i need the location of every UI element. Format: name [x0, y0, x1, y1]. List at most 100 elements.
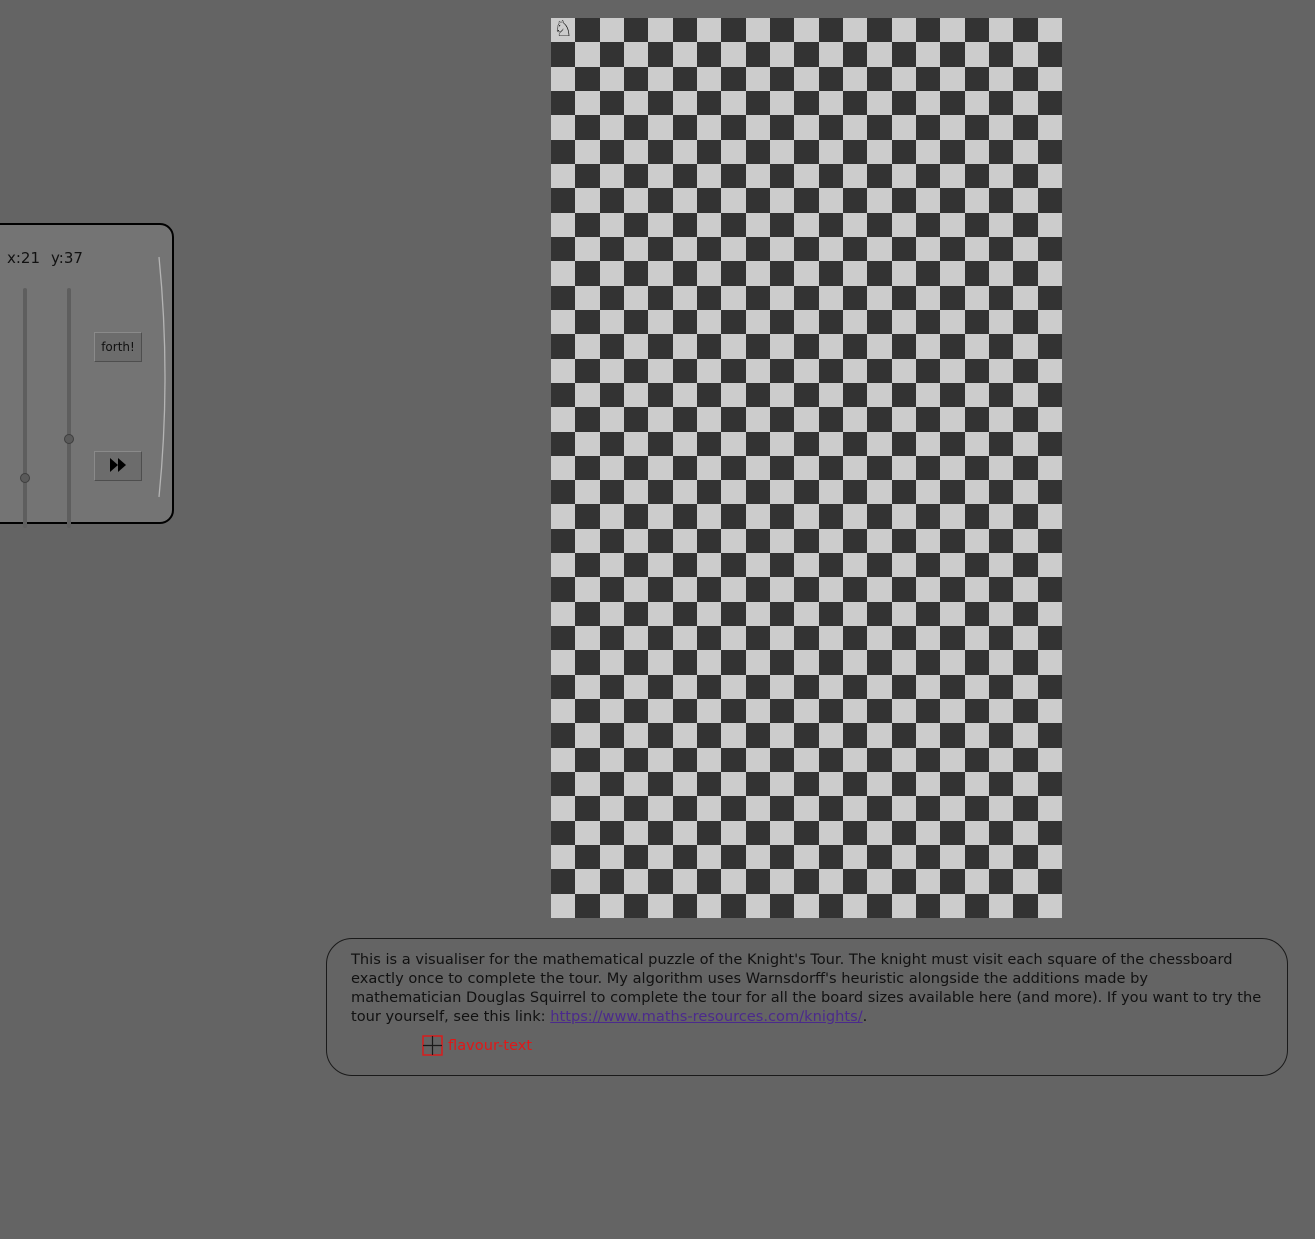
board-square[interactable]: [867, 188, 892, 213]
board-square[interactable]: [673, 140, 697, 164]
board-square[interactable]: [575, 529, 600, 553]
board-square[interactable]: [697, 602, 721, 626]
board-square[interactable]: [965, 772, 989, 796]
board-square[interactable]: [551, 115, 575, 140]
board-square[interactable]: [600, 359, 624, 383]
board-square[interactable]: [600, 310, 624, 334]
forth-button[interactable]: forth!: [94, 332, 142, 362]
board-square[interactable]: [600, 748, 624, 772]
board-square[interactable]: [916, 237, 940, 261]
board-square[interactable]: [673, 626, 697, 650]
board-square[interactable]: [648, 553, 673, 577]
board-square[interactable]: [989, 115, 1013, 140]
board-square[interactable]: [916, 42, 940, 67]
board-square[interactable]: [965, 91, 989, 115]
board-square[interactable]: [916, 334, 940, 359]
board-square[interactable]: [624, 432, 648, 456]
board-square[interactable]: [600, 845, 624, 869]
board-square[interactable]: [697, 164, 721, 188]
board-square[interactable]: [1038, 894, 1062, 918]
board-square[interactable]: [989, 456, 1013, 480]
board-grid[interactable]: [551, 18, 1062, 918]
board-square[interactable]: [575, 577, 600, 602]
board-square[interactable]: [819, 480, 843, 504]
board-square[interactable]: [794, 894, 819, 918]
board-square[interactable]: [746, 310, 770, 334]
board-square[interactable]: [551, 504, 575, 529]
board-square[interactable]: [697, 845, 721, 869]
board-square[interactable]: [794, 407, 819, 432]
board-square[interactable]: [575, 140, 600, 164]
board-square[interactable]: [819, 286, 843, 310]
board-square[interactable]: [770, 577, 794, 602]
board-square[interactable]: [697, 359, 721, 383]
board-square[interactable]: [892, 796, 916, 821]
board-square[interactable]: [697, 650, 721, 675]
board-square[interactable]: [697, 796, 721, 821]
board-square[interactable]: [892, 261, 916, 286]
board-square[interactable]: [721, 188, 746, 213]
board-square[interactable]: [721, 42, 746, 67]
board-square[interactable]: [624, 334, 648, 359]
board-square[interactable]: [721, 432, 746, 456]
board-square[interactable]: [1013, 432, 1038, 456]
x-size-slider[interactable]: [20, 288, 30, 528]
board-square[interactable]: [770, 529, 794, 553]
board-square[interactable]: [867, 432, 892, 456]
board-square[interactable]: [721, 529, 746, 553]
board-square[interactable]: [843, 553, 867, 577]
board-square[interactable]: [1038, 553, 1062, 577]
board-square[interactable]: [989, 602, 1013, 626]
board-square[interactable]: [648, 310, 673, 334]
board-square[interactable]: [746, 115, 770, 140]
board-square[interactable]: [989, 407, 1013, 432]
board-square[interactable]: [965, 286, 989, 310]
board-square[interactable]: [673, 821, 697, 845]
board-square[interactable]: [624, 529, 648, 553]
board-square[interactable]: [575, 334, 600, 359]
board-square[interactable]: [867, 286, 892, 310]
board-square[interactable]: [770, 869, 794, 894]
board-square[interactable]: [1038, 115, 1062, 140]
board-square[interactable]: [746, 894, 770, 918]
board-square[interactable]: [989, 845, 1013, 869]
board-square[interactable]: [551, 310, 575, 334]
board-square[interactable]: [575, 723, 600, 748]
board-square[interactable]: [648, 164, 673, 188]
board-square[interactable]: [892, 504, 916, 529]
board-square[interactable]: [673, 772, 697, 796]
board-square[interactable]: [1038, 699, 1062, 723]
board-square[interactable]: [965, 432, 989, 456]
board-square[interactable]: [940, 845, 965, 869]
board-square[interactable]: [624, 383, 648, 407]
board-square[interactable]: [916, 869, 940, 894]
board-square[interactable]: [721, 237, 746, 261]
board-square[interactable]: [794, 504, 819, 529]
board-square[interactable]: [673, 675, 697, 699]
board-square[interactable]: [624, 772, 648, 796]
board-square[interactable]: [575, 626, 600, 650]
board-square[interactable]: [648, 67, 673, 91]
board-square[interactable]: [600, 67, 624, 91]
board-square[interactable]: [746, 602, 770, 626]
board-square[interactable]: [794, 261, 819, 286]
board-square[interactable]: [916, 140, 940, 164]
board-square[interactable]: [794, 359, 819, 383]
board-square[interactable]: [1013, 383, 1038, 407]
board-square[interactable]: [746, 213, 770, 237]
board-square[interactable]: [673, 91, 697, 115]
board-square[interactable]: [892, 310, 916, 334]
board-square[interactable]: [940, 456, 965, 480]
board-square[interactable]: [867, 626, 892, 650]
board-square[interactable]: [916, 432, 940, 456]
board-square[interactable]: [770, 675, 794, 699]
board-square[interactable]: [1038, 504, 1062, 529]
board-square[interactable]: [1013, 480, 1038, 504]
board-square[interactable]: [1013, 772, 1038, 796]
board-square[interactable]: [746, 748, 770, 772]
board-square[interactable]: [1013, 140, 1038, 164]
board-square[interactable]: [940, 18, 965, 42]
board-square[interactable]: [770, 42, 794, 67]
board-square[interactable]: [648, 115, 673, 140]
board-square[interactable]: [551, 796, 575, 821]
